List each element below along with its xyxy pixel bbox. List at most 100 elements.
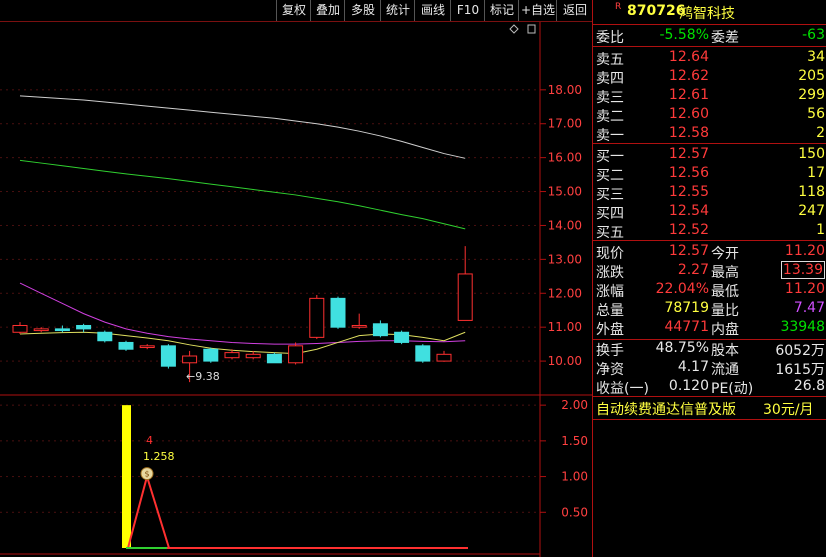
quote-label: 涨跌: [596, 265, 624, 281]
fundamental-label: 流通: [711, 362, 739, 378]
indicator-label-top: 4: [146, 434, 153, 447]
candle-body[interactable]: [330, 297, 346, 328]
chart-area[interactable]: 18.00 17.00 16.00 15.00 14.00 13.00 12.00 11.00…: [0, 0, 592, 557]
bid-price: 12.57: [668, 146, 709, 162]
bid-level-label: 买三: [596, 187, 624, 203]
ad-banner[interactable]: 自动续费通达信普及版 30元/月: [593, 398, 826, 418]
bid-row[interactable]: 买三 12.55 118: [593, 183, 826, 203]
ask-price: 12.62: [668, 68, 709, 84]
quote-label: 总量: [596, 303, 624, 319]
ma-line-white: [19, 95, 466, 159]
bid-volume: 150: [798, 146, 825, 162]
fundamental-label: 收益(一): [596, 381, 649, 397]
candle-body[interactable]: [97, 331, 113, 342]
indicator-tick-label: 1.00: [561, 470, 588, 484]
candle-body[interactable]: [372, 323, 388, 337]
weibi-row: 委比 -5.58% 委差 -63: [593, 26, 826, 46]
candle-body[interactable]: [309, 297, 325, 338]
weicha-value: -63: [802, 27, 825, 43]
quote-value: 2.27: [677, 262, 709, 278]
candle-body[interactable]: [224, 352, 240, 359]
y-tick-label: 15.00: [548, 185, 582, 199]
ask-row[interactable]: 卖三 12.61 299: [593, 86, 826, 106]
quote-row: 涨跌 2.27 最高 13.39: [593, 261, 826, 281]
quote-value: 78719: [664, 300, 709, 316]
bid-row[interactable]: 买一 12.57 150: [593, 145, 826, 165]
bid-price: 12.55: [668, 184, 709, 200]
button-back[interactable]: 返回: [556, 0, 593, 21]
quote-value: 7.47: [793, 300, 825, 316]
bid-price: 12.52: [668, 222, 709, 238]
y-tick-label: 18.00: [548, 83, 582, 97]
candle-body[interactable]: [160, 345, 176, 367]
bid-level-label: 买五: [596, 225, 624, 241]
indicator-value-label: 1.258: [143, 450, 175, 463]
ask-row[interactable]: 卖二 12.60 56: [593, 105, 826, 125]
ma-line-green: [19, 159, 466, 230]
candle-body[interactable]: [54, 328, 70, 332]
candle-body[interactable]: [266, 353, 282, 364]
button-huaxian[interactable]: 画线: [414, 0, 451, 21]
quote-value: 12.57: [668, 243, 709, 259]
money-bag-icon[interactable]: $: [140, 467, 154, 481]
quote-row: 外盘 44771 内盘 33948: [593, 318, 826, 338]
ask-row[interactable]: 卖一 12.58 2: [593, 124, 826, 144]
y-tick-label: 11.00: [548, 320, 582, 334]
weicha-label: 委差: [711, 30, 739, 46]
button-f10[interactable]: F10: [450, 0, 485, 21]
button-tongji[interactable]: 统计: [380, 0, 415, 21]
indicator-tick-label: 2.00: [561, 398, 588, 412]
candle-body[interactable]: [394, 331, 410, 343]
fundamental-row: 换手 48.75% 股本 6052万: [593, 339, 826, 359]
candle-body[interactable]: [457, 273, 473, 321]
candle-body[interactable]: [245, 353, 261, 359]
button-biaoji[interactable]: 标记: [484, 0, 519, 21]
ask-price: 12.61: [668, 87, 709, 103]
candle-body[interactable]: [436, 353, 452, 362]
ad-text: 自动续费通达信普及版: [596, 402, 736, 418]
candle-body[interactable]: [288, 345, 304, 364]
y-tick-label: 16.00: [548, 151, 582, 165]
candle-body[interactable]: [33, 328, 49, 332]
bid-volume: 247: [798, 203, 825, 219]
candle-body[interactable]: [351, 324, 367, 328]
ask-row[interactable]: 卖五 12.64 34: [593, 48, 826, 68]
ask-level-label: 卖一: [596, 128, 624, 144]
candle-body[interactable]: [203, 348, 219, 362]
fundamental-row: 净资 4.17 流通 1615万: [593, 358, 826, 378]
bid-row[interactable]: 买四 12.54 247: [593, 202, 826, 222]
fundamental-value: 4.17: [677, 359, 709, 375]
bid-level-label: 买四: [596, 206, 624, 222]
bid-level-label: 买二: [596, 168, 624, 184]
y-tick-label: 17.00: [548, 117, 582, 131]
fundamental-label: 换手: [596, 343, 624, 359]
quote-label: 涨幅: [596, 284, 624, 300]
bid-row[interactable]: 买二 12.56 17: [593, 164, 826, 184]
candle-body[interactable]: [139, 345, 155, 349]
candle-body[interactable]: [76, 324, 92, 330]
ask-volume: 205: [798, 68, 825, 84]
quote-label: 内盘: [711, 322, 739, 338]
rzrq-badge: R: [615, 2, 622, 12]
low-price-annotation: ←9.38: [186, 370, 220, 383]
button-add-watchlist[interactable]: +自选: [518, 0, 557, 21]
button-duogu[interactable]: 多股: [344, 0, 381, 21]
y-tick-label: 10.00: [548, 354, 582, 368]
candle-body[interactable]: [118, 341, 134, 350]
quote-value: 11.20: [784, 243, 825, 259]
candle-body[interactable]: [182, 355, 198, 364]
button-diejia[interactable]: 叠加: [310, 0, 345, 21]
fundamental-value: 0.120: [668, 378, 709, 394]
quote-value: 44771: [664, 319, 709, 335]
diamond-icon[interactable]: [509, 24, 519, 34]
ask-row[interactable]: 卖四 12.62 205: [593, 67, 826, 87]
ask-price: 12.58: [668, 125, 709, 141]
panel-toggle-icon[interactable]: [527, 24, 536, 34]
stock-header: R 870726 鸿智科技: [593, 0, 826, 22]
ad-price: 30元/月: [763, 402, 814, 418]
bid-row[interactable]: 买五 12.52 1: [593, 221, 826, 241]
candle-body[interactable]: [415, 345, 431, 362]
button-fuquan[interactable]: 复权: [276, 0, 311, 21]
candle-body[interactable]: [12, 324, 28, 333]
bid-volume: 118: [798, 184, 825, 200]
